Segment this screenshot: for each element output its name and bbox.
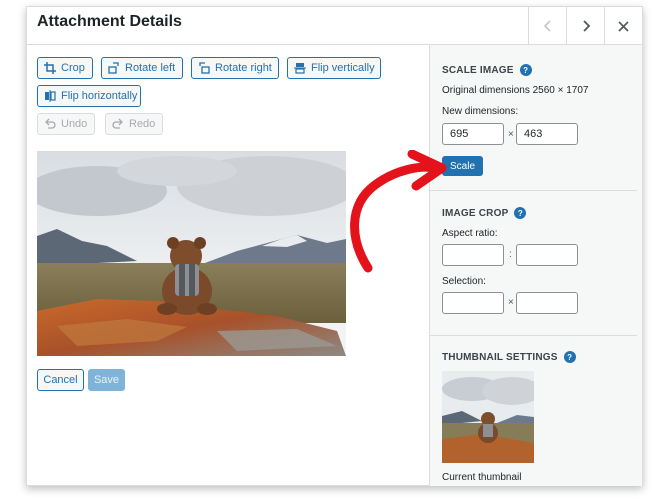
current-thumbnail-image: [442, 371, 534, 463]
scale-width-input[interactable]: 695: [442, 123, 504, 145]
scale-height-input[interactable]: 463: [516, 123, 578, 145]
undo-button[interactable]: Undo: [37, 113, 95, 135]
flip-vertically-button[interactable]: Flip vertically: [287, 57, 381, 79]
chevron-left-icon: [543, 20, 551, 32]
chevron-right-icon: [582, 20, 590, 32]
close-button[interactable]: [604, 7, 642, 45]
image-crop-title: IMAGE CROP: [442, 207, 509, 219]
save-button[interactable]: Save: [88, 369, 125, 391]
modal-title: Attachment Details: [37, 13, 182, 30]
selection-width-input[interactable]: [442, 292, 504, 314]
current-thumbnail-caption: Current thumbnail: [442, 472, 522, 483]
divider: [430, 190, 637, 191]
original-dimensions: Original dimensions 2560 × 1707: [442, 85, 589, 96]
crop-label: Crop: [61, 62, 85, 74]
rotate-right-button[interactable]: Rotate right: [191, 57, 279, 79]
cancel-button[interactable]: Cancel: [37, 369, 84, 391]
new-dimensions-label: New dimensions:: [442, 106, 519, 117]
rotate-left-label: Rotate left: [125, 62, 176, 74]
help-icon[interactable]: ?: [514, 207, 527, 219]
redo-button[interactable]: Redo: [105, 113, 163, 135]
flip-horizontally-button[interactable]: Flip horizontally: [37, 85, 141, 107]
modal-header: Attachment Details: [27, 7, 642, 45]
rotate-right-icon: [198, 62, 210, 74]
attachment-details-modal: Attachment Details Crop Rotate left Rota…: [26, 6, 643, 486]
flip-horizontally-icon: [44, 90, 56, 102]
redo-label: Redo: [129, 118, 156, 130]
settings-sidebar: SCALE IMAGE ? Original dimensions 2560 ×…: [429, 45, 642, 486]
scale-image-title: SCALE IMAGE: [442, 64, 514, 76]
selection-height-input[interactable]: [516, 292, 578, 314]
flip-vertically-icon: [294, 62, 306, 74]
divider: [430, 335, 637, 336]
rotate-right-label: Rotate right: [215, 62, 272, 74]
flip-horizontally-label: Flip horizontally: [61, 90, 138, 102]
image-editor-panel: Crop Rotate left Rotate right Flip verti…: [27, 45, 427, 486]
dimension-separator: ×: [508, 129, 514, 140]
rotate-left-button[interactable]: Rotate left: [101, 57, 183, 79]
aspect-separator: :: [509, 249, 512, 260]
scale-image-heading: SCALE IMAGE ?: [442, 64, 532, 76]
thumbnail-settings-heading: THUMBNAIL SETTINGS ?: [442, 351, 576, 363]
crop-icon: [44, 62, 56, 74]
previous-button[interactable]: [528, 7, 566, 45]
image-crop-heading: IMAGE CROP ?: [442, 207, 527, 219]
flip-vertically-label: Flip vertically: [311, 62, 375, 74]
help-icon[interactable]: ?: [519, 64, 532, 76]
next-button[interactable]: [566, 7, 604, 45]
help-icon[interactable]: ?: [563, 351, 576, 363]
close-icon: [618, 20, 629, 32]
crop-button[interactable]: Crop: [37, 57, 93, 79]
scale-button[interactable]: Scale: [442, 156, 483, 176]
undo-icon: [44, 118, 56, 130]
rotate-left-icon: [108, 62, 120, 74]
aspect-ratio-label: Aspect ratio:: [442, 228, 498, 239]
selection-separator: ×: [508, 297, 514, 308]
thumbnail-settings-title: THUMBNAIL SETTINGS: [442, 351, 558, 363]
aspect-width-input[interactable]: [442, 244, 504, 266]
undo-label: Undo: [61, 118, 88, 130]
image-preview[interactable]: [37, 151, 346, 356]
selection-label: Selection:: [442, 276, 486, 287]
redo-icon: [112, 118, 124, 130]
aspect-height-input[interactable]: [516, 244, 578, 266]
